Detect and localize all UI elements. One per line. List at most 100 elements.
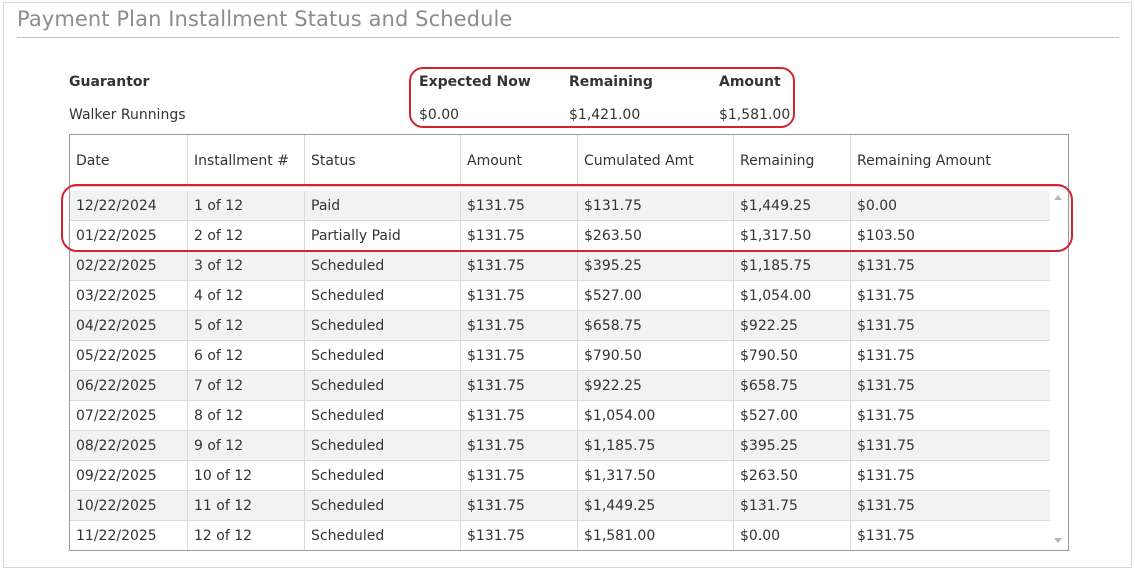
cell-installment: 3 of 12 — [188, 251, 305, 281]
scroll-up-icon[interactable] — [1054, 195, 1062, 200]
remaining-label: Remaining — [569, 74, 653, 90]
cell-remaining-amount: $131.75 — [857, 378, 915, 394]
table-row[interactable]: 11/22/2025 12 of 12 Scheduled $131.75 $1,581… — [70, 521, 1050, 550]
cell-installment: 4 of 12 — [188, 281, 305, 311]
cell-installment: 10 of 12 — [188, 461, 305, 491]
cell-cumulated-amt: $527.00 — [578, 281, 734, 311]
installment-grid: Date Installment # Status Amount Cumulat… — [69, 134, 1069, 551]
cell-cumulated-amt: $131.75 — [578, 191, 734, 221]
cell-installment: 9 of 12 — [188, 431, 305, 461]
cell-amount: $131.75 — [461, 521, 578, 550]
cell-status: Scheduled — [305, 281, 461, 311]
table-row[interactable]: 01/22/2025 2 of 12 Partially Paid $131.75 $2… — [70, 221, 1050, 251]
cell-cumulated-amt: $1,581.00 — [578, 521, 734, 550]
title-divider — [17, 37, 1119, 38]
cell-remaining: $1,317.50 — [734, 221, 851, 251]
cell-installment: 7 of 12 — [188, 371, 305, 401]
grid-scrollbar[interactable] — [1050, 187, 1068, 550]
cell-date: 01/22/2025 — [70, 221, 188, 251]
table-row[interactable]: 04/22/2025 5 of 12 Scheduled $131.75 $658.75… — [70, 311, 1050, 341]
cell-cumulated-amt: $790.50 — [578, 341, 734, 371]
cell-remaining-amount: $131.75 — [857, 258, 915, 274]
cell-status: Scheduled — [305, 371, 461, 401]
column-header-amount[interactable]: Amount — [461, 135, 578, 186]
cell-status: Partially Paid — [305, 221, 461, 251]
cell-remaining-amount: $131.75 — [857, 498, 915, 514]
cell-status: Scheduled — [305, 401, 461, 431]
cell-remaining: $395.25 — [734, 431, 851, 461]
cell-status: Scheduled — [305, 311, 461, 341]
column-header-remaining-amount[interactable]: Remaining Amount — [851, 135, 1050, 186]
table-row[interactable]: 03/22/2025 4 of 12 Scheduled $131.75 $527.00… — [70, 281, 1050, 311]
table-row[interactable]: 08/22/2025 9 of 12 Scheduled $131.75 $1,185.… — [70, 431, 1050, 461]
table-row[interactable]: 07/22/2025 8 of 12 Scheduled $131.75 $1,054.… — [70, 401, 1050, 431]
column-header-installment[interactable]: Installment # — [188, 135, 305, 186]
column-header-remaining[interactable]: Remaining — [734, 135, 851, 186]
cell-cumulated-amt: $1,054.00 — [578, 401, 734, 431]
table-row[interactable]: 05/22/2025 6 of 12 Scheduled $131.75 $790.50… — [70, 341, 1050, 371]
cell-amount: $131.75 — [461, 221, 578, 251]
cell-date: 12/22/2024 — [70, 191, 188, 221]
cell-status: Scheduled — [305, 491, 461, 521]
cell-date: 06/22/2025 — [70, 371, 188, 401]
cell-remaining: $658.75 — [734, 371, 851, 401]
cell-date: 09/22/2025 — [70, 461, 188, 491]
table-row[interactable]: 12/22/2024 1 of 12 Paid $131.75 $131.75 $1,44… — [70, 191, 1050, 221]
cell-status: Scheduled — [305, 521, 461, 550]
cell-cumulated-amt: $922.25 — [578, 371, 734, 401]
column-header-status[interactable]: Status — [305, 135, 461, 186]
cell-installment: 2 of 12 — [188, 221, 305, 251]
cell-remaining: $527.00 — [734, 401, 851, 431]
cell-installment: 11 of 12 — [188, 491, 305, 521]
cell-installment: 1 of 12 — [188, 191, 305, 221]
cell-date: 11/22/2025 — [70, 521, 188, 550]
cell-date: 04/22/2025 — [70, 311, 188, 341]
cell-remaining-amount: $131.75 — [857, 288, 915, 304]
cell-remaining-amount: $131.75 — [857, 468, 915, 484]
column-header-cumulated-amt[interactable]: Cumulated Amt — [578, 135, 734, 186]
cell-installment: 12 of 12 — [188, 521, 305, 550]
cell-remaining: $131.75 — [734, 491, 851, 521]
amount-label: Amount — [719, 74, 781, 90]
cell-remaining-amount: $131.75 — [857, 438, 915, 454]
cell-status: Scheduled — [305, 431, 461, 461]
cell-date: 03/22/2025 — [70, 281, 188, 311]
cell-remaining-amount: $103.50 — [857, 228, 915, 244]
cell-installment: 5 of 12 — [188, 311, 305, 341]
cell-cumulated-amt: $395.25 — [578, 251, 734, 281]
amount-value: $1,581.00 — [719, 107, 791, 123]
cell-remaining: $1,449.25 — [734, 191, 851, 221]
table-row[interactable]: 10/22/2025 11 of 12 Scheduled $131.75 $1,449… — [70, 491, 1050, 521]
cell-remaining: $0.00 — [734, 521, 851, 550]
cell-amount: $131.75 — [461, 281, 578, 311]
cell-status: Paid — [305, 191, 461, 221]
cell-status: Scheduled — [305, 251, 461, 281]
cell-cumulated-amt: $263.50 — [578, 221, 734, 251]
cell-amount: $131.75 — [461, 341, 578, 371]
cell-cumulated-amt: $1,185.75 — [578, 431, 734, 461]
cell-amount: $131.75 — [461, 371, 578, 401]
cell-amount: $131.75 — [461, 401, 578, 431]
cell-date: 05/22/2025 — [70, 341, 188, 371]
table-row[interactable]: 02/22/2025 3 of 12 Scheduled $131.75 $395.25… — [70, 251, 1050, 281]
cell-remaining-amount: $0.00 — [857, 198, 898, 214]
cell-date: 08/22/2025 — [70, 431, 188, 461]
column-header-date[interactable]: Date — [70, 135, 188, 186]
table-row[interactable]: 09/22/2025 10 of 12 Scheduled $131.75 $1,317… — [70, 461, 1050, 491]
cell-status: Scheduled — [305, 461, 461, 491]
cell-remaining-amount: $131.75 — [857, 528, 915, 544]
cell-installment: 6 of 12 — [188, 341, 305, 371]
cell-status: Scheduled — [305, 341, 461, 371]
table-row[interactable]: 06/22/2025 7 of 12 Scheduled $131.75 $922.25… — [70, 371, 1050, 401]
cell-amount: $131.75 — [461, 311, 578, 341]
cell-remaining-amount: $131.75 — [857, 408, 915, 424]
scroll-down-icon[interactable] — [1054, 538, 1062, 543]
cell-remaining: $263.50 — [734, 461, 851, 491]
cell-cumulated-amt: $658.75 — [578, 311, 734, 341]
expected-now-value: $0.00 — [419, 107, 460, 123]
cell-remaining: $1,185.75 — [734, 251, 851, 281]
guarantor-label: Guarantor — [69, 74, 150, 90]
cell-date: 10/22/2025 — [70, 491, 188, 521]
cell-date: 02/22/2025 — [70, 251, 188, 281]
cell-amount: $131.75 — [461, 191, 578, 221]
